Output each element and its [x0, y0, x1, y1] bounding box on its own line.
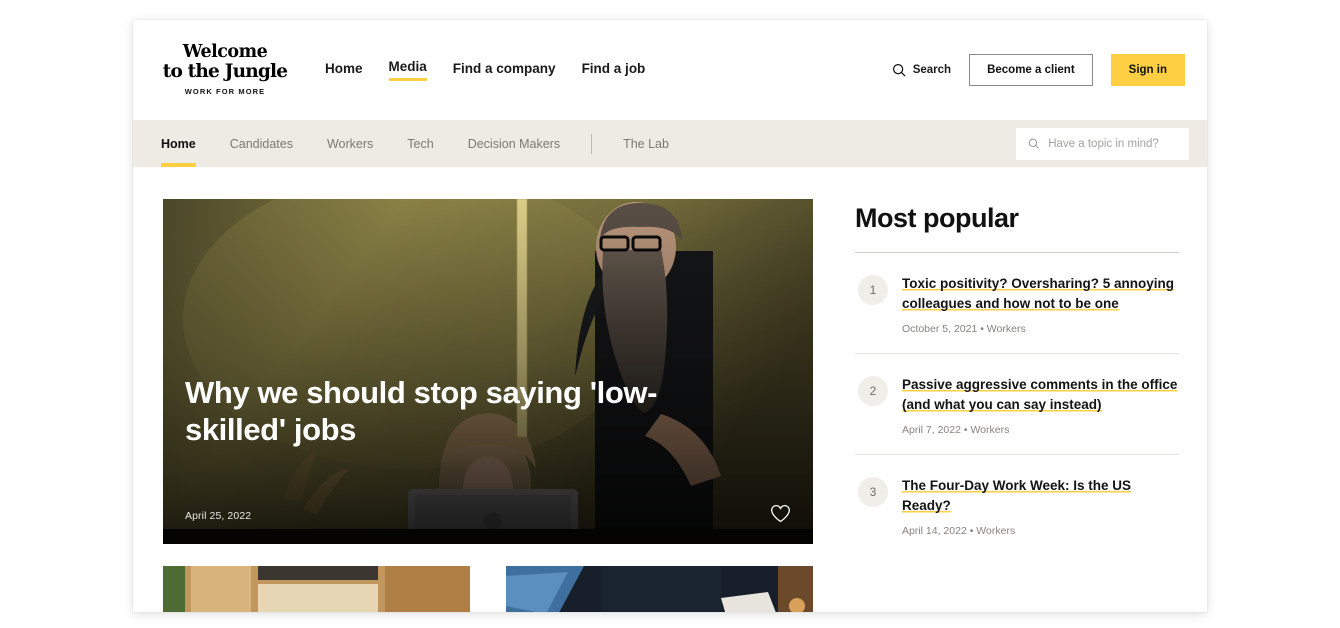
popular-article-item[interactable]: 1 Toxic positivity? Oversharing? 5 annoy…	[855, 253, 1179, 354]
become-a-client-button[interactable]: Become a client	[969, 54, 1093, 86]
hero-article-card[interactable]: Why we should stop saying 'low-skilled' …	[163, 199, 813, 544]
nav-item-media[interactable]: Media	[389, 59, 427, 81]
popular-article-title[interactable]: Passive aggressive comments in the offic…	[902, 377, 1177, 412]
popular-article-title[interactable]: Toxic positivity? Oversharing? 5 annoyin…	[902, 276, 1174, 311]
article-card-row	[163, 566, 813, 612]
rank-badge: 2	[858, 376, 888, 406]
rank-badge: 3	[858, 477, 888, 507]
topic-search-box[interactable]	[1016, 128, 1189, 160]
site-logo[interactable]: Welcome to the Jungle WORK FOR MORE	[161, 44, 289, 96]
page-content: Why we should stop saying 'low-skilled' …	[133, 167, 1207, 612]
article-card-desk[interactable]	[506, 566, 813, 612]
nav-item-find-a-company[interactable]: Find a company	[453, 61, 556, 80]
heart-outline-icon	[770, 504, 791, 523]
main-navigation: Home Media Find a company Find a job	[325, 59, 645, 81]
topic-search-input[interactable]	[1048, 138, 1177, 150]
bookshelf-image	[163, 566, 470, 612]
search-icon	[1028, 137, 1039, 150]
popular-article-body: Toxic positivity? Oversharing? 5 annoyin…	[902, 274, 1179, 335]
popular-article-body: The Four-Day Work Week: Is the US Ready?…	[902, 476, 1179, 537]
subnav-item-candidates[interactable]: Candidates	[213, 120, 310, 167]
logo-line-1: Welcome	[161, 44, 289, 62]
logo-line-2: to the Jungle	[161, 63, 289, 82]
main-column: Why we should stop saying 'low-skilled' …	[163, 199, 813, 612]
media-subnav-items: Home Candidates Workers Tech Decision Ma…	[161, 120, 686, 167]
subnav-item-tech[interactable]: Tech	[390, 120, 450, 167]
popular-article-item[interactable]: 2 Passive aggressive comments in the off…	[855, 354, 1179, 455]
sign-in-button[interactable]: Sign in	[1111, 54, 1185, 86]
header-search-label: Search	[913, 64, 951, 76]
logo-tagline: WORK FOR MORE	[161, 88, 289, 96]
hero-text-block: Why we should stop saying 'low-skilled' …	[185, 375, 791, 522]
nav-item-home[interactable]: Home	[325, 61, 363, 80]
popular-article-meta: April 14, 2022 • Workers	[902, 525, 1179, 537]
header-actions: Search Become a client Sign in	[892, 54, 1185, 86]
popular-article-meta: April 7, 2022 • Workers	[902, 424, 1179, 436]
sidebar-title: Most popular	[855, 203, 1179, 234]
subnav-item-decision-makers[interactable]: Decision Makers	[451, 120, 577, 167]
browser-page-card: Welcome to the Jungle WORK FOR MORE Home…	[133, 20, 1207, 612]
search-icon	[892, 63, 906, 77]
article-card-bookshelf[interactable]	[163, 566, 470, 612]
hero-date: April 25, 2022	[185, 510, 791, 522]
subnav-item-workers[interactable]: Workers	[310, 120, 390, 167]
subnav-item-home[interactable]: Home	[161, 120, 213, 167]
desk-image	[506, 566, 813, 612]
nav-item-find-a-job[interactable]: Find a job	[582, 61, 646, 80]
popular-article-meta: October 5, 2021 • Workers	[902, 323, 1179, 335]
header-search-button[interactable]: Search	[892, 63, 951, 77]
subnav-divider	[591, 134, 592, 154]
hero-title: Why we should stop saying 'low-skilled' …	[185, 375, 725, 448]
favorite-button[interactable]	[770, 504, 791, 528]
rank-badge: 1	[858, 275, 888, 305]
popular-article-title[interactable]: The Four-Day Work Week: Is the US Ready?	[902, 478, 1131, 513]
site-header: Welcome to the Jungle WORK FOR MORE Home…	[133, 20, 1207, 120]
media-subnav: Home Candidates Workers Tech Decision Ma…	[133, 120, 1207, 167]
popular-article-item[interactable]: 3 The Four-Day Work Week: Is the US Read…	[855, 455, 1179, 555]
most-popular-sidebar: Most popular 1 Toxic positivity? Oversha…	[855, 199, 1179, 612]
subnav-item-the-lab[interactable]: The Lab	[606, 120, 686, 167]
popular-article-body: Passive aggressive comments in the offic…	[902, 375, 1179, 436]
